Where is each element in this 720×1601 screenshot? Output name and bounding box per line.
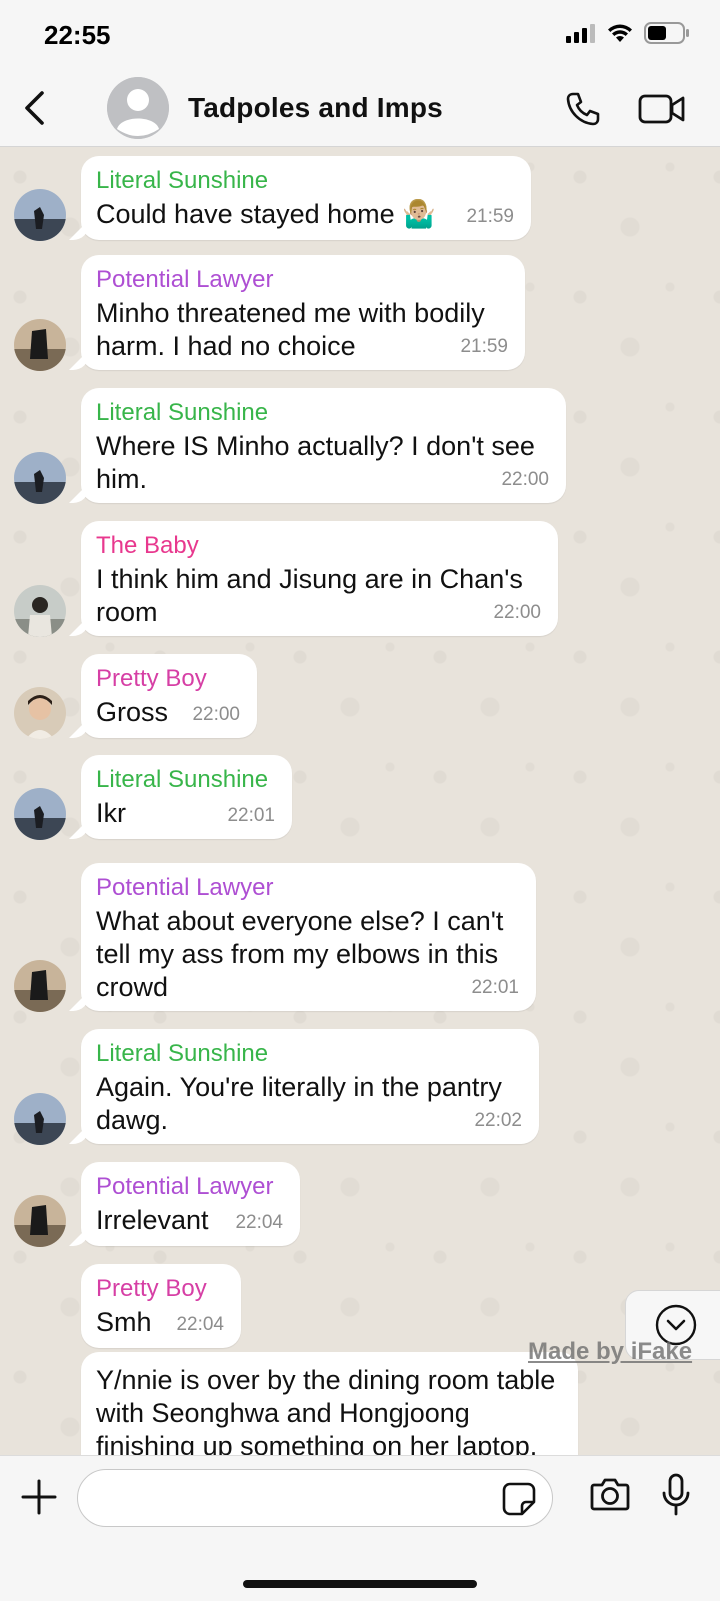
attach-button[interactable] [18,1476,60,1518]
message-time: 22:01 [227,805,275,826]
microphone-icon [662,1473,690,1516]
microphone-button[interactable] [656,1470,696,1520]
group-avatar[interactable] [107,77,169,139]
avatar-literal-sunshine[interactable] [14,788,66,840]
wifi-icon [608,24,632,42]
default-avatar-icon [107,77,169,139]
message-sender: The Baby [96,532,199,559]
message-time: 22:01 [471,977,519,998]
message-text: Minho threatened me with bodily harm. I … [96,298,485,361]
video-call-button[interactable] [636,88,688,130]
camera-icon [590,1478,630,1511]
phone-icon [566,92,600,126]
avatar-potential-lawyer[interactable] [14,319,66,371]
message-sender: Potential Lawyer [96,266,274,293]
message-time: 22:00 [192,704,240,725]
message-bubble[interactable]: Literal Sunshine Again. You're literally… [81,1029,539,1144]
message-sender: Literal Sunshine [96,399,269,426]
avatar-literal-sunshine[interactable] [14,452,66,504]
message-bubble[interactable]: Literal Sunshine Could have stayed home … [81,156,531,240]
message-bubble[interactable]: Pretty Boy Smh 22:04 [81,1264,241,1348]
message-bubble[interactable]: Potential Lawyer What about everyone els… [81,863,536,1011]
message-text: I think him and Jisung are in Chan's roo… [96,564,523,627]
message-input-wrapper [77,1469,553,1527]
chat-area[interactable]: Literal Sunshine Could have stayed home … [0,147,720,1455]
signal-icon [566,24,595,43]
message-text: Where IS Minho actually? I don't see him… [96,431,535,494]
back-button[interactable] [12,86,56,130]
chevron-left-icon [25,91,44,125]
message-time: 22:04 [176,1314,224,1335]
watermark: Made by iFake [528,1338,693,1365]
message-bubble[interactable]: Literal Sunshine Ikr 22:01 [81,755,292,839]
video-camera-icon [638,94,685,124]
avatar-the-baby[interactable] [14,585,66,637]
battery-icon [644,22,689,44]
message-time: 22:02 [474,1110,522,1131]
message-time: 21:59 [466,206,514,227]
message-text: Again. You're literally in the pantry da… [96,1072,502,1135]
message-bubble[interactable]: Y/nnie is over by the dining room table … [81,1352,578,1455]
message-time: 22:04 [235,1212,283,1233]
message-sender: Pretty Boy [96,665,207,692]
message-bubble[interactable]: Literal Sunshine Where IS Minho actually… [81,388,566,503]
sticker-icon[interactable] [502,1482,536,1516]
plus-icon [21,1479,57,1515]
message-sender: Literal Sunshine [96,766,269,793]
message-sender: Pretty Boy [96,1275,207,1302]
message-time: 21:59 [460,336,508,357]
voice-call-button[interactable] [560,86,606,132]
message-sender: Potential Lawyer [96,874,274,901]
message-input[interactable] [98,1470,502,1526]
camera-button[interactable] [588,1472,632,1516]
avatar-pretty-boy[interactable] [14,687,66,739]
avatar-potential-lawyer[interactable] [14,960,66,1012]
message-sender: Literal Sunshine [96,167,269,194]
status-icons [566,22,690,44]
message-bubble[interactable]: Pretty Boy Gross 22:00 [81,654,257,738]
message-bubble[interactable]: The Baby I think him and Jisung are in C… [81,521,558,636]
message-time: 22:00 [501,469,549,490]
message-sender: Potential Lawyer [96,1173,274,1200]
message-text: Could have stayed home 🤷🏼‍♂️ [96,199,436,229]
avatar-literal-sunshine[interactable] [14,189,66,241]
status-time: 22:55 [44,20,111,50]
avatar-literal-sunshine[interactable] [14,1093,66,1145]
chat-title[interactable]: Tadpoles and Imps [188,92,443,124]
message-sender: Literal Sunshine [96,1040,269,1067]
message-bubble[interactable]: Potential Lawyer Minho threatened me wit… [81,255,525,370]
message-bubble[interactable]: Potential Lawyer Irrelevant 22:04 [81,1162,300,1246]
message-text: What about everyone else? I can't tell m… [96,906,504,1002]
message-time: 22:00 [493,602,541,623]
home-indicator[interactable] [243,1580,477,1588]
message-text: Y/nnie is over by the dining room table … [96,1365,556,1455]
status-bar: 22:55 [0,0,720,72]
avatar-potential-lawyer[interactable] [14,1195,66,1247]
chat-header: Tadpoles and Imps [0,72,720,147]
